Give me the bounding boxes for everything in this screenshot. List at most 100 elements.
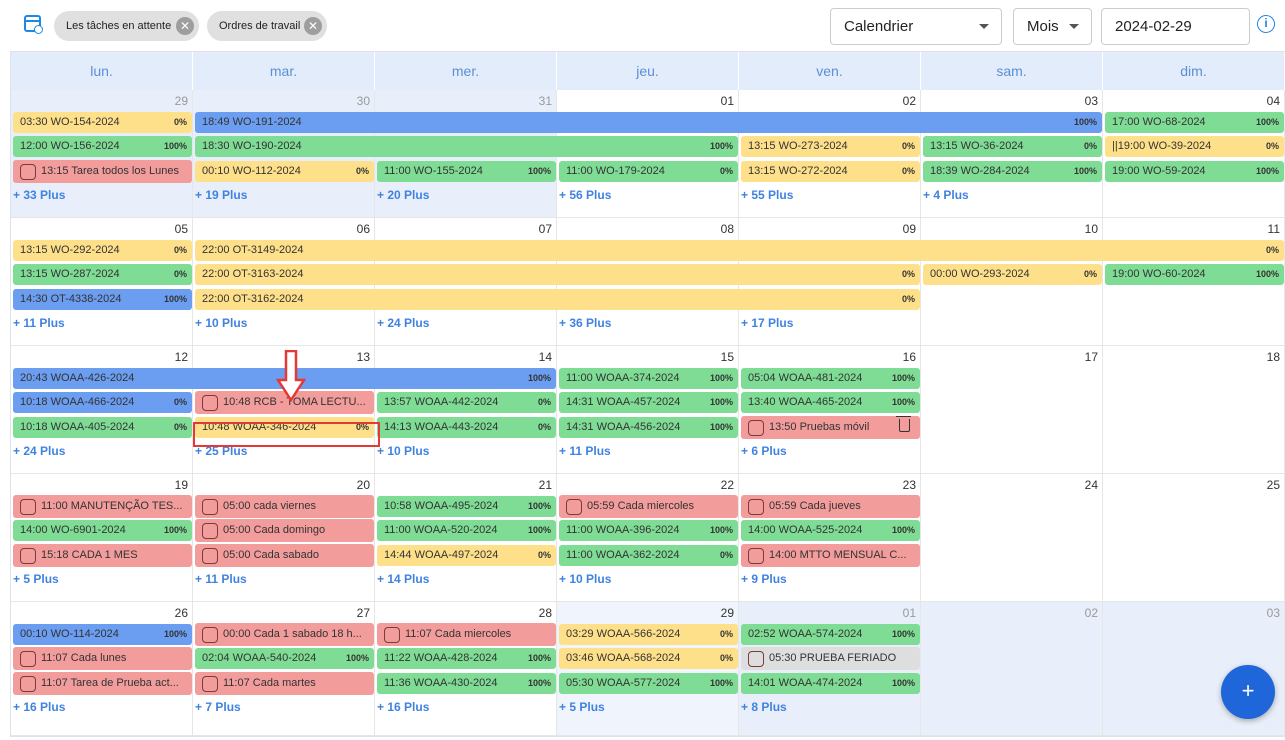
day-number[interactable]: 24 bbox=[1085, 478, 1098, 492]
more-events-link[interactable]: + 17 Plus bbox=[741, 316, 793, 330]
work-order-event[interactable]: 22:00 OT-3162-2024 0% bbox=[195, 289, 920, 310]
work-order-event[interactable]: 13:15 WO-287-2024 0% bbox=[13, 264, 192, 285]
more-events-link[interactable]: + 11 Plus bbox=[195, 572, 247, 586]
day-number[interactable]: 26 bbox=[175, 606, 188, 620]
day-number[interactable]: 21 bbox=[539, 478, 552, 492]
more-events-link[interactable]: + 14 Plus bbox=[377, 572, 429, 586]
work-order-event[interactable]: ||19:00 WO-39-2024 0% bbox=[1105, 136, 1284, 157]
task-event[interactable]: 11:00 MANUTENÇÃO TES... bbox=[13, 495, 192, 518]
more-events-link[interactable]: + 5 Plus bbox=[559, 700, 605, 714]
work-order-event[interactable]: 05:30 WOAA-577-2024 100% bbox=[559, 673, 738, 694]
work-order-event[interactable]: 11:00 WO-155-2024 100% bbox=[377, 161, 556, 182]
day-number[interactable]: 01 bbox=[903, 606, 916, 620]
work-order-event[interactable]: 11:00 WOAA-362-2024 0% bbox=[559, 545, 738, 566]
info-icon[interactable]: i bbox=[1257, 15, 1275, 33]
work-order-event[interactable]: 11:00 WOAA-374-2024 100% bbox=[559, 368, 738, 389]
work-order-event[interactable]: 02:04 WOAA-540-2024 100% bbox=[195, 648, 374, 669]
work-order-event[interactable]: 14:30 OT-4338-2024 100% bbox=[13, 289, 192, 310]
work-order-event[interactable]: 22:00 OT-3149-2024 0% bbox=[195, 240, 1284, 261]
more-events-link[interactable]: + 6 Plus bbox=[741, 444, 787, 458]
day-number[interactable]: 02 bbox=[1085, 606, 1098, 620]
day-number[interactable]: 18 bbox=[1267, 350, 1280, 364]
day-number[interactable]: 12 bbox=[175, 350, 188, 364]
task-event[interactable]: 13:15 Tarea todos los Lunes bbox=[13, 160, 192, 183]
task-event[interactable]: 11:07 Cada lunes bbox=[13, 647, 192, 670]
task-event[interactable]: 05:00 Cada domingo bbox=[195, 519, 374, 542]
more-events-link[interactable]: + 11 Plus bbox=[559, 444, 611, 458]
more-events-link[interactable]: + 16 Plus bbox=[377, 700, 429, 714]
more-events-link[interactable]: + 56 Plus bbox=[559, 188, 611, 202]
calendar-edit-icon[interactable] bbox=[24, 15, 43, 34]
task-event[interactable]: 14:00 MTTO MENSUAL C... bbox=[741, 544, 920, 567]
day-number[interactable]: 20 bbox=[357, 478, 370, 492]
task-event[interactable]: 15:18 CADA 1 MES bbox=[13, 544, 192, 567]
more-events-link[interactable]: + 9 Plus bbox=[741, 572, 787, 586]
work-order-event[interactable]: 00:00 WO-293-2024 0% bbox=[923, 264, 1102, 285]
work-order-event[interactable]: 18:30 WO-190-2024 100% bbox=[195, 136, 738, 157]
task-event[interactable]: 11:07 Tarea de Prueba act... bbox=[13, 672, 192, 695]
work-order-event[interactable]: 18:49 WO-191-2024 100% bbox=[195, 112, 1102, 133]
day-number[interactable]: 29 bbox=[721, 606, 734, 620]
day-cell[interactable]: 17 bbox=[921, 346, 1103, 474]
work-order-event[interactable]: 14:31 WOAA-457-2024 100% bbox=[559, 392, 738, 413]
work-order-event[interactable]: 22:00 OT-3163-2024 0% bbox=[195, 264, 920, 285]
task-event[interactable]: 05:59 Cada jueves bbox=[741, 495, 920, 518]
more-events-link[interactable]: + 55 Plus bbox=[741, 188, 793, 202]
work-order-event[interactable]: 13:57 WOAA-442-2024 0% bbox=[377, 392, 556, 413]
more-events-link[interactable]: + 24 Plus bbox=[377, 316, 429, 330]
work-order-event[interactable]: 11:22 WOAA-428-2024 100% bbox=[377, 648, 556, 669]
task-event[interactable]: 05:30 PRUEBA FERIADO bbox=[741, 647, 920, 670]
task-event[interactable]: 05:00 Cada sabado bbox=[195, 544, 374, 567]
add-button[interactable]: + bbox=[1221, 665, 1275, 719]
filter-chip-pending-tasks[interactable]: Les tâches en attente ✕ bbox=[54, 11, 199, 41]
day-number[interactable]: 30 bbox=[357, 94, 370, 108]
close-icon[interactable]: ✕ bbox=[304, 17, 322, 35]
work-order-event[interactable]: 12:00 WO-156-2024 100% bbox=[13, 136, 192, 157]
day-number[interactable]: 01 bbox=[721, 94, 734, 108]
work-order-event[interactable]: 10:18 WOAA-466-2024 0% bbox=[13, 392, 192, 413]
work-order-event[interactable]: 14:00 WO-6901-2024 100% bbox=[13, 520, 192, 541]
work-order-event[interactable]: 13:15 WO-36-2024 0% bbox=[923, 136, 1102, 157]
trash-icon[interactable] bbox=[896, 416, 911, 432]
work-order-event[interactable]: 11:00 WOAA-520-2024 100% bbox=[377, 520, 556, 541]
work-order-event[interactable]: 00:10 WO-112-2024 0% bbox=[195, 161, 374, 182]
work-order-event[interactable]: 03:46 WOAA-568-2024 0% bbox=[559, 648, 738, 669]
task-event[interactable]: 05:00 cada viernes bbox=[195, 495, 374, 518]
more-events-link[interactable]: + 10 Plus bbox=[559, 572, 611, 586]
work-order-event[interactable]: 13:15 WO-273-2024 0% bbox=[741, 136, 920, 157]
day-number[interactable]: 13 bbox=[357, 350, 370, 364]
work-order-event[interactable]: 10:58 WOAA-495-2024 100% bbox=[377, 496, 556, 517]
more-events-link[interactable]: + 36 Plus bbox=[559, 316, 611, 330]
work-order-event[interactable]: 11:00 WOAA-396-2024 100% bbox=[559, 520, 738, 541]
work-order-event[interactable]: 03:30 WO-154-2024 0% bbox=[13, 112, 192, 133]
day-number[interactable]: 09 bbox=[903, 222, 916, 236]
day-number[interactable]: 27 bbox=[357, 606, 370, 620]
more-events-link[interactable]: + 16 Plus bbox=[13, 700, 65, 714]
day-number[interactable]: 19 bbox=[175, 478, 188, 492]
day-number[interactable]: 23 bbox=[903, 478, 916, 492]
more-events-link[interactable]: + 11 Plus bbox=[13, 316, 65, 330]
task-event[interactable]: 11:07 Cada miercoles bbox=[377, 623, 556, 646]
more-events-link[interactable]: + 19 Plus bbox=[195, 188, 247, 202]
day-cell[interactable]: 02 bbox=[921, 602, 1103, 736]
more-events-link[interactable]: + 33 Plus bbox=[13, 188, 65, 202]
work-order-event[interactable]: 11:00 WO-179-2024 0% bbox=[559, 161, 738, 182]
more-events-link[interactable]: + 5 Plus bbox=[13, 572, 59, 586]
more-events-link[interactable]: + 7 Plus bbox=[195, 700, 241, 714]
day-number[interactable]: 03 bbox=[1267, 606, 1280, 620]
day-number[interactable]: 03 bbox=[1085, 94, 1098, 108]
work-order-event[interactable]: 02:52 WOAA-574-2024 100% bbox=[741, 624, 920, 645]
day-number[interactable]: 07 bbox=[539, 222, 552, 236]
day-number[interactable]: 22 bbox=[721, 478, 734, 492]
task-event[interactable]: 00:00 Cada 1 sabado 18 h... bbox=[195, 623, 374, 646]
more-events-link[interactable]: + 10 Plus bbox=[195, 316, 247, 330]
work-order-event[interactable]: 14:44 WOAA-497-2024 0% bbox=[377, 545, 556, 566]
more-events-link[interactable]: + 24 Plus bbox=[13, 444, 65, 458]
day-number[interactable]: 16 bbox=[903, 350, 916, 364]
work-order-event[interactable]: 05:04 WOAA-481-2024 100% bbox=[741, 368, 920, 389]
view-select[interactable]: Calendrier bbox=[830, 8, 1002, 45]
day-number[interactable]: 17 bbox=[1085, 350, 1098, 364]
work-order-event[interactable]: 14:13 WOAA-443-2024 0% bbox=[377, 417, 556, 438]
day-number[interactable]: 15 bbox=[721, 350, 734, 364]
work-order-event[interactable]: 13:15 WO-292-2024 0% bbox=[13, 240, 192, 261]
